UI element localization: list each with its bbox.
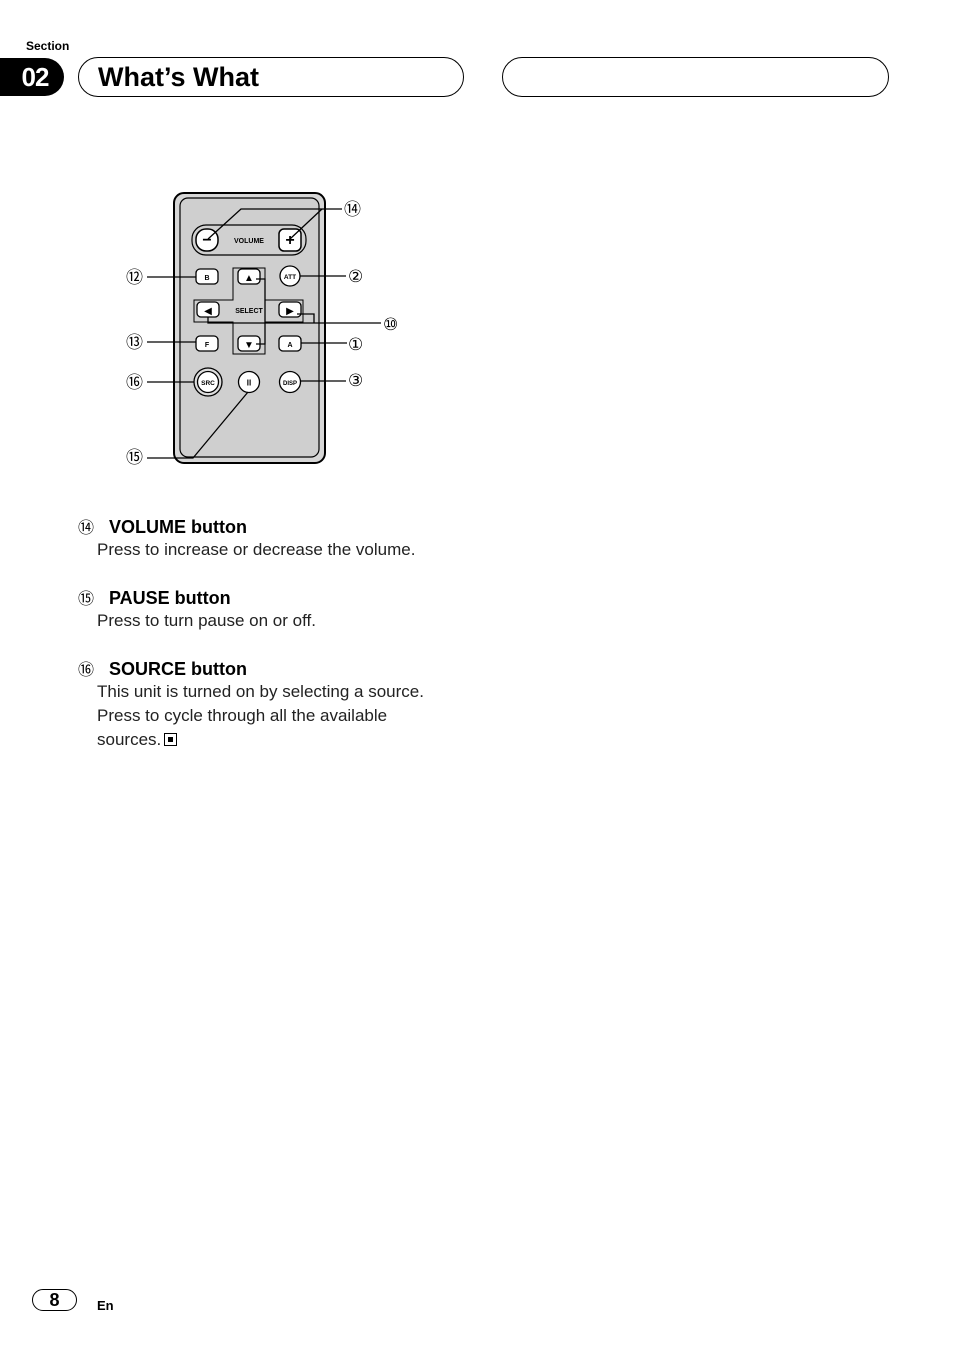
page-number: 8 — [32, 1289, 77, 1311]
item-number: ⑮ — [78, 591, 95, 608]
item-description: Press to increase or decrease the volume… — [97, 540, 416, 559]
up-arrow-icon: ▲ — [244, 273, 254, 284]
item-pause: ⑮ PAUSE button Press to turn pause on or… — [78, 585, 478, 633]
callout-14: ⑭ — [344, 200, 361, 219]
item-number: ⑭ — [78, 520, 95, 537]
item-title: VOLUME button — [109, 517, 247, 537]
item-volume: ⑭ VOLUME button Press to increase or dec… — [78, 514, 478, 562]
callout-16: ⑯ — [126, 373, 143, 392]
item-number: ⑯ — [78, 662, 95, 679]
end-of-section-icon — [164, 733, 178, 746]
empty-header-frame — [502, 57, 889, 97]
callout-3: ③ — [348, 371, 363, 390]
item-description: Press to turn pause on or off. — [97, 611, 316, 630]
select-label: SELECT — [235, 308, 263, 315]
left-arrow-icon: ◀ — [204, 306, 212, 317]
minus-icon: − — [202, 232, 211, 249]
button-label: B — [204, 275, 209, 282]
item-description-text: sources. — [97, 730, 162, 749]
callout-2: ② — [348, 267, 363, 286]
button-label: A — [287, 342, 292, 349]
item-title: PAUSE button — [109, 588, 231, 608]
item-description-line: Press to cycle through all the available — [97, 706, 388, 725]
right-arrow-icon: ▶ — [286, 306, 294, 317]
item-description-line: sources. — [97, 728, 478, 752]
down-arrow-icon: ▼ — [244, 340, 254, 351]
plus-icon: + — [285, 232, 294, 249]
item-source: ⑯ SOURCE button This unit is turned on b… — [78, 656, 478, 752]
button-label: F — [205, 342, 210, 349]
remote-control-diagram: − + VOLUME B ▲ ATT ◀ ▶ SELECT F ▼ A SRC … — [126, 192, 398, 467]
callout-15: ⑮ — [126, 448, 143, 467]
page-title: What’s What — [98, 62, 259, 92]
callout-1: ① — [348, 335, 363, 354]
button-label: ATT — [284, 274, 296, 281]
item-description-line: This unit is turned on by selecting a so… — [97, 682, 424, 701]
button-label: SRC — [201, 380, 215, 387]
section-number: 02 — [0, 58, 64, 96]
pause-icon: II — [247, 379, 251, 388]
item-title: SOURCE button — [109, 659, 247, 679]
language-label: En — [97, 1298, 114, 1313]
volume-label: VOLUME — [234, 238, 264, 245]
callout-13: ⑬ — [126, 333, 143, 352]
callout-10: ⑩ — [383, 315, 398, 334]
button-label: DISP — [283, 381, 297, 387]
button-descriptions: ⑭ VOLUME button Press to increase or dec… — [78, 514, 478, 775]
section-label: Section — [26, 39, 70, 53]
callout-12: ⑫ — [126, 268, 143, 287]
